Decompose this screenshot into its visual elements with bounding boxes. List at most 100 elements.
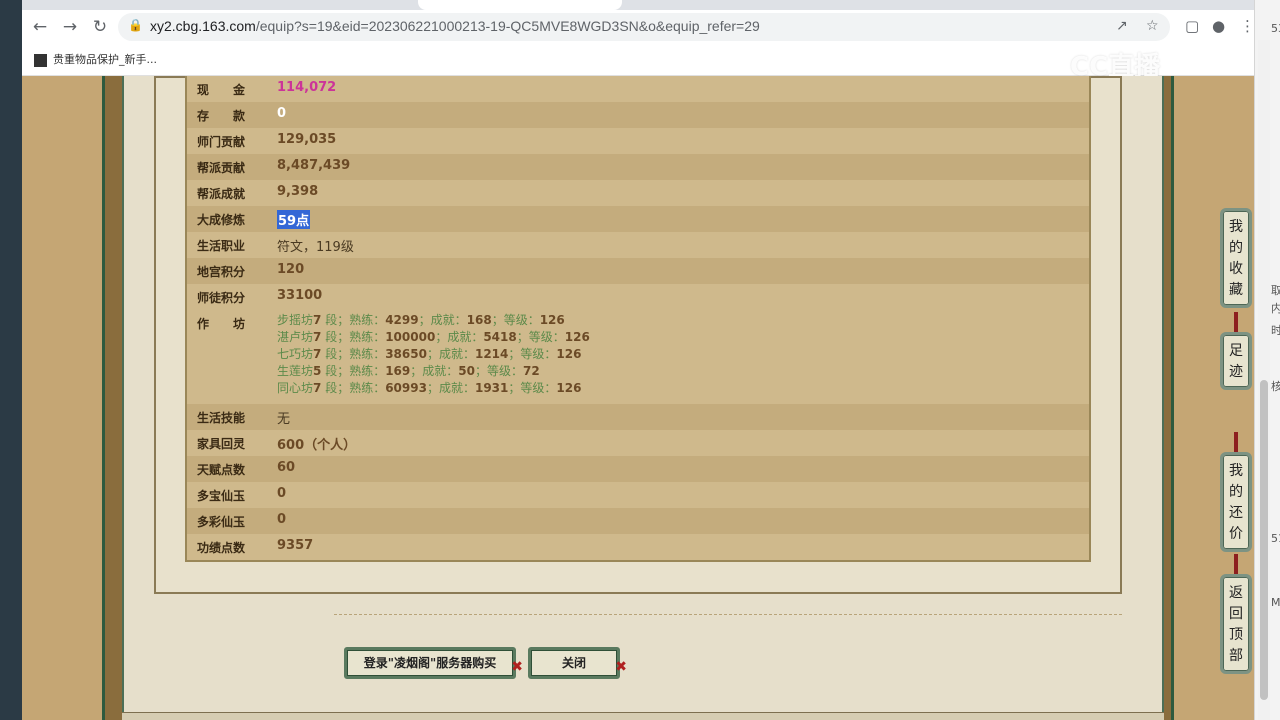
workshop-name: 生莲坊: [277, 364, 314, 378]
workshop-grade: 126: [556, 347, 582, 361]
menu-icon[interactable]: ⋮: [1240, 17, 1255, 35]
stat-value: 无: [277, 412, 291, 427]
forward-icon[interactable]: →: [58, 16, 82, 38]
stat-row: 师门贡献 129,035: [187, 128, 1089, 154]
workshop-word: 段；熟练：: [321, 347, 386, 361]
reload-icon[interactable]: ↻: [88, 16, 112, 38]
workshop-achievement: 168: [466, 313, 492, 327]
history-button[interactable]: 足迹: [1220, 332, 1252, 390]
workshop-proficiency: 38650: [385, 347, 427, 361]
side-button-char: 藏: [1229, 282, 1243, 298]
workshop-grade: 126: [564, 330, 590, 344]
workshop-label: 作 坊: [197, 317, 246, 331]
side-button-char: 的: [1229, 240, 1243, 256]
stat-row: 天赋点数 60: [187, 456, 1089, 482]
side-button-char: 迹: [1229, 364, 1243, 380]
side-chain: [1234, 554, 1238, 576]
side-button-char: 顶: [1229, 627, 1243, 643]
workshop-word: 段；熟练：: [321, 381, 386, 395]
star-icon[interactable]: ☆: [1146, 18, 1159, 34]
back-to-top-button[interactable]: 返回顶部: [1220, 574, 1252, 674]
workshop-grade: 126: [539, 313, 565, 327]
workshop-line: 步摇坊7 段；熟练：4299；成就：168；等级：126: [277, 312, 590, 329]
close-button[interactable]: 关闭 ✖: [528, 647, 627, 679]
workshop-word: ；等级：: [474, 364, 523, 378]
page-scrollbar[interactable]: [1258, 40, 1270, 720]
url-host: xy2.cbg.163.com: [150, 18, 256, 34]
stat-label: 多彩仙玉: [197, 515, 246, 529]
stat-value: 59点: [277, 210, 311, 229]
side-button-char: 我: [1229, 463, 1243, 479]
stat-value: 8,487,439: [277, 158, 351, 173]
my-favorites-button[interactable]: 我的收藏: [1220, 208, 1252, 308]
buy-button-label: 登录"凌烟阁"服务器购买: [363, 656, 497, 670]
workshop-word: 段；熟练：: [321, 364, 386, 378]
stat-label: 帮派贡献: [197, 161, 246, 175]
stat-label: 生活职业: [197, 239, 246, 253]
scrollbar-thumb[interactable]: [1260, 380, 1268, 700]
side-panel-icon[interactable]: ▢: [1185, 17, 1199, 35]
side-button-char: 收: [1229, 261, 1243, 277]
address-bar[interactable]: 🔒 xy2.cbg.163.com/equip?s=19&eid=2023062…: [118, 13, 1170, 41]
workshop-proficiency: 169: [385, 364, 411, 378]
stat-row: 师徒积分 33100: [187, 284, 1089, 310]
background-window-text: 时: [1271, 324, 1280, 337]
dashed-divider: [334, 614, 1122, 615]
profile-icon[interactable]: ●: [1212, 17, 1225, 35]
workshop-word: ；成就：: [435, 330, 484, 344]
side-button-char: 足: [1229, 343, 1243, 359]
lock-icon[interactable]: 🔒: [128, 18, 143, 32]
workshop-row: 作 坊 步摇坊7 段；熟练：4299；成就：168；等级：126 湛卢坊7 段；熟…: [187, 310, 1089, 402]
stat-row: 大成修炼 59点: [187, 206, 1089, 232]
background-window-text: 53: [1271, 22, 1280, 35]
desktop-left-edge: [0, 0, 22, 720]
share-icon[interactable]: ↗: [1116, 18, 1128, 34]
stat-row: 地宫积分 120: [187, 258, 1089, 284]
workshop-achievement: 5418: [483, 330, 517, 344]
side-button-char: 我: [1229, 219, 1243, 235]
stat-label: 师徒积分: [197, 291, 246, 305]
close-x-icon: ✖: [615, 659, 627, 675]
stat-row: 帮派成就 9,398: [187, 180, 1089, 206]
side-chain: [1234, 312, 1238, 334]
workshop-word: ；等级：: [508, 347, 557, 361]
stat-label: 现 金: [197, 83, 246, 97]
stat-value: 120: [277, 262, 305, 277]
stat-value: 0: [277, 106, 287, 121]
stat-label: 地宫积分: [197, 265, 246, 279]
my-offers-button[interactable]: 我的还价: [1220, 452, 1252, 552]
stat-label: 生活技能: [197, 411, 246, 425]
workshop-name: 湛卢坊: [277, 330, 314, 344]
workshop-word: ；成就：: [426, 381, 475, 395]
workshop-line: 七巧坊7 段；熟练：38650；成就：1214；等级：126: [277, 346, 590, 363]
stat-label: 帮派成就: [197, 187, 246, 201]
stat-label: 存 款: [197, 109, 246, 123]
workshop-grade: 72: [523, 364, 540, 378]
workshop-word: ；等级：: [508, 381, 557, 395]
close-button-label: 关闭: [561, 656, 586, 670]
stat-row: 现 金 114,072: [187, 76, 1089, 102]
stat-label: 天赋点数: [197, 463, 246, 477]
login-server-buy-button[interactable]: 登录"凌烟阁"服务器购买 ✖: [344, 647, 523, 679]
browser-toolbar: ← → ↻ 🔒 xy2.cbg.163.com/equip?s=19&eid=2…: [22, 10, 1255, 44]
workshop-word: ；等级：: [516, 330, 565, 344]
stat-value: 114,072: [277, 80, 337, 95]
workshop-lines: 步摇坊7 段；熟练：4299；成就：168；等级：126 湛卢坊7 段；熟练：10…: [277, 312, 590, 397]
stat-value: 129,035: [277, 132, 337, 147]
stat-label: 师门贡献: [197, 135, 246, 149]
stat-value: 9,398: [277, 184, 319, 199]
stat-value: 600（个人）: [277, 438, 357, 453]
workshop-word: ；等级：: [491, 313, 540, 327]
background-window-text: 取: [1271, 284, 1280, 297]
background-window-text: 51: [1271, 532, 1280, 545]
url-text[interactable]: xy2.cbg.163.com/equip?s=19&eid=202306221…: [150, 18, 760, 34]
url-path: /equip?s=19&eid=202306221000213-19-QC5MV…: [255, 18, 760, 34]
character-stats-table: 现 金 114,072 存 款 0 师门贡献 129,035 帮派贡献 8,487,439 帮派…: [185, 76, 1091, 562]
stat-row: 功绩点数 9357: [187, 534, 1089, 560]
workshop-word: ；成就：: [410, 364, 459, 378]
back-icon[interactable]: ←: [28, 16, 52, 38]
stat-label: 多宝仙玉: [197, 489, 246, 503]
bookmark-item[interactable]: 贵重物品保护_新手...: [34, 51, 157, 67]
background-window-text: 内: [1271, 302, 1280, 315]
active-tab[interactable]: [418, 0, 622, 10]
